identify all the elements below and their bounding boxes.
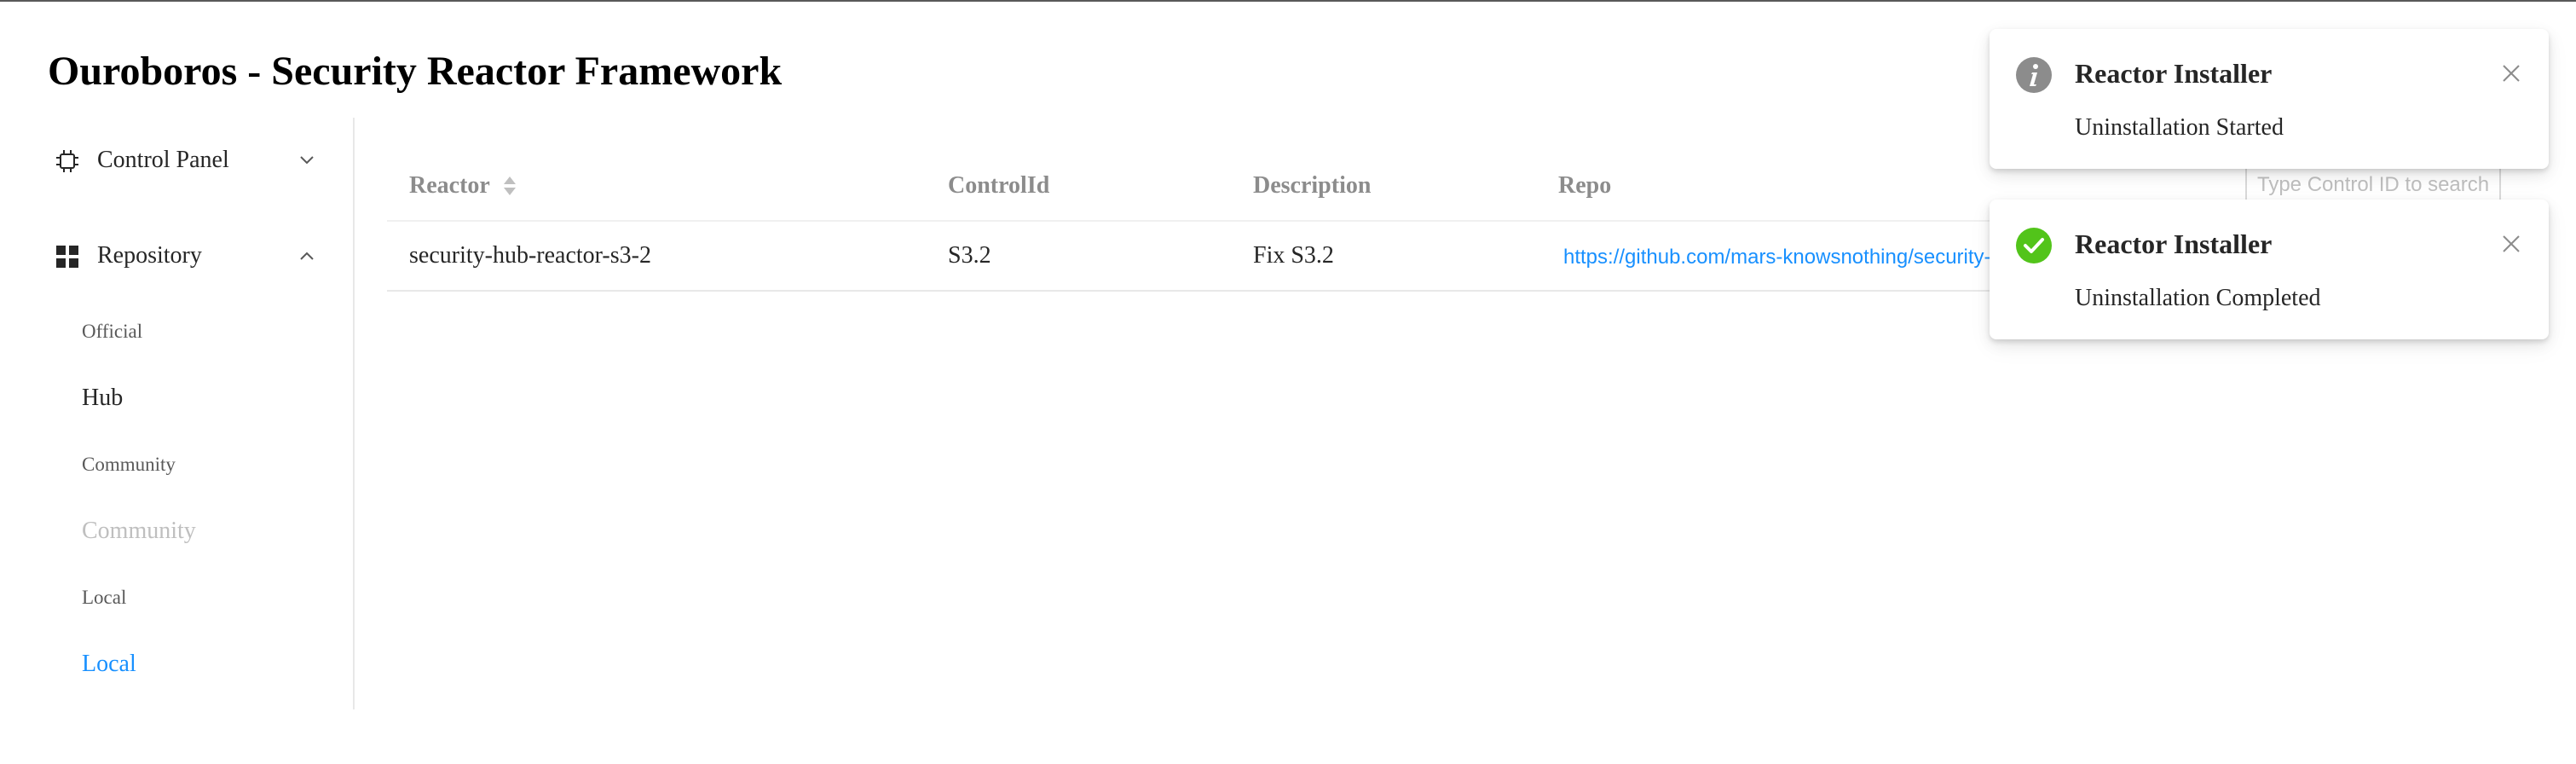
sidebar-item-community-disabled[interactable]: Community [0, 501, 353, 561]
column-header-repo: Repo [1558, 172, 1612, 199]
sidebar: Control Panel Repository Official Hub Co… [0, 118, 355, 709]
sort-icon[interactable] [501, 174, 518, 198]
close-icon[interactable] [2501, 63, 2521, 84]
sidebar-item-repository[interactable]: Repository [0, 223, 353, 288]
notification-title: Reactor Installer [2075, 229, 2273, 259]
sidebar-item-label: Community [82, 454, 176, 475]
sidebar-item-local-active[interactable]: Local [0, 634, 353, 694]
notification-info: Reactor Installer Uninstallation Started [1990, 29, 2549, 169]
info-icon [2016, 57, 2052, 93]
notification-title: Reactor Installer [2075, 58, 2273, 89]
sidebar-item-label: Control Panel [97, 147, 229, 173]
sidebar-item-label: Repository [97, 242, 202, 269]
search-input[interactable] [2245, 169, 2501, 203]
sidebar-item-community[interactable]: Community [0, 435, 353, 495]
notification-message: Uninstallation Completed [2075, 285, 2321, 311]
sidebar-item-control-panel[interactable]: Control Panel [0, 128, 353, 193]
page-title: Ouroboros - Security Reactor Framework [48, 49, 783, 94]
column-header-reactor[interactable]: Reactor [409, 169, 490, 203]
sidebar-item-label: Local [82, 651, 136, 677]
sidebar-item-label: Hub [82, 385, 124, 411]
sidebar-item-hub[interactable]: Hub [0, 368, 353, 428]
top-border [0, 0, 2576, 2]
cell-controlid: S3.2 [948, 242, 991, 269]
chevron-up-icon [300, 252, 314, 260]
column-header-controlid: ControlId [948, 172, 1050, 199]
grid-icon [56, 246, 78, 268]
cell-reactor: security-hub-reactor-s3-2 [409, 242, 651, 269]
chevron-down-icon [300, 156, 314, 165]
sidebar-item-local[interactable]: Local [0, 568, 353, 628]
sidebar-item-label: Official [82, 321, 143, 342]
chip-icon [56, 150, 78, 172]
column-header-description: Description [1253, 172, 1372, 199]
notification-success: Reactor Installer Uninstallation Complet… [1990, 200, 2549, 339]
notification-message: Uninstallation Started [2075, 114, 2284, 141]
close-icon[interactable] [2501, 234, 2521, 254]
cell-description: Fix S3.2 [1253, 242, 1334, 269]
repo-link[interactable]: https://github.com/mars-knowsnothing/sec… [1563, 240, 1991, 275]
sidebar-item-label: Community [82, 518, 196, 544]
check-circle-icon [2016, 228, 2052, 263]
sidebar-item-label: Local [82, 587, 127, 608]
sidebar-item-official[interactable]: Official [0, 302, 353, 362]
